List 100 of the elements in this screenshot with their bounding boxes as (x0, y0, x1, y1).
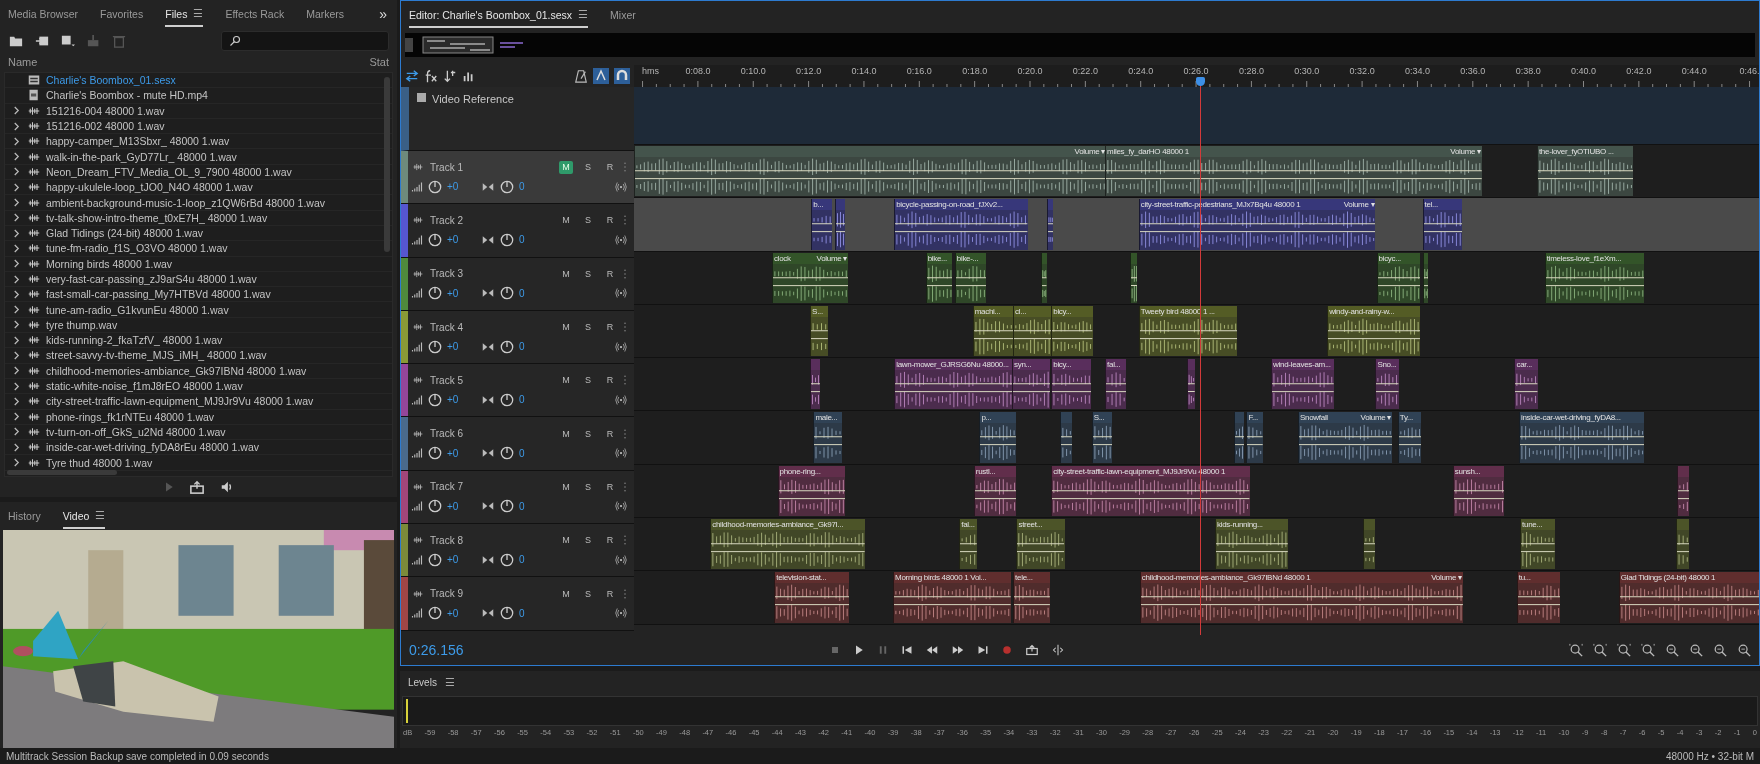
pan-value[interactable]: 0 (519, 554, 535, 566)
pan-value[interactable]: 0 (519, 607, 535, 619)
input-icon[interactable] (614, 287, 628, 300)
audio-clip[interactable]: timeless-love_f1eXm... (1544, 252, 1645, 303)
pan-value[interactable]: 0 (519, 181, 535, 193)
track-toggle[interactable]: S (581, 587, 595, 600)
scrollbar[interactable] (384, 77, 390, 252)
file-row[interactable]: street-savvy-tv-theme_MJS_iMH_ 48000 1.wav (5, 348, 392, 364)
menu-icon[interactable]: ☰ (193, 7, 204, 20)
zoom-icon[interactable] (1665, 643, 1679, 657)
zoom-icon[interactable] (1569, 643, 1583, 657)
audio-clip[interactable]: clock Volume ▾ (771, 252, 849, 303)
volume-knob[interactable] (428, 552, 442, 567)
audio-clip[interactable]: lawn-mower_GJRSG6Nu 48000... (894, 359, 1013, 410)
pan-knob[interactable] (500, 286, 514, 301)
audio-clip[interactable]: tu... (1516, 572, 1561, 623)
zoom-icon[interactable] (1593, 643, 1607, 657)
panel-tab[interactable]: Media Browser (8, 1, 79, 27)
input-icon[interactable] (614, 500, 628, 513)
audio-clip[interactable]: car... (1514, 359, 1538, 410)
audio-clip[interactable] (1422, 252, 1428, 303)
track-toggle[interactable]: S (581, 320, 595, 334)
pan-knob[interactable] (500, 606, 514, 620)
zoom-icon[interactable] (1737, 643, 1751, 657)
audio-clip[interactable] (1677, 465, 1690, 517)
audio-clip[interactable]: bike... (925, 252, 953, 303)
switch-icon[interactable] (405, 69, 419, 83)
volume-knob[interactable] (428, 286, 442, 301)
audio-clip[interactable]: S... (1091, 412, 1112, 463)
pause-icon[interactable] (877, 644, 889, 656)
volume-knob[interactable] (428, 392, 442, 407)
audio-clip[interactable]: bike-... (954, 252, 987, 303)
fast-forward-icon[interactable] (951, 644, 965, 656)
audio-clip[interactable]: street... (1016, 519, 1065, 570)
play-icon[interactable] (853, 644, 865, 656)
menu-icon[interactable]: ☰ (95, 509, 106, 522)
input-icon[interactable] (614, 340, 628, 353)
track-toggle[interactable]: S (581, 373, 595, 387)
track-header[interactable]: Track 8 M S R +0 0 (401, 524, 634, 578)
pan-value[interactable]: 0 (519, 287, 535, 299)
file-row[interactable]: static-white-noise_f1mJ8rEO 48000 1.wav (5, 378, 392, 395)
track-toggle[interactable]: M (559, 427, 573, 441)
track-header[interactable]: Track 2 M S R +0 0 (401, 204, 634, 258)
export-icon[interactable] (188, 480, 205, 494)
file-row[interactable]: kids-running-2_fkaTzfV_ 48000 1.wav (5, 333, 392, 349)
pan-knob[interactable] (500, 499, 514, 514)
audio-clip[interactable]: fal... (1105, 359, 1127, 410)
audio-clip[interactable] (1129, 252, 1138, 303)
audio-clip[interactable]: sunsh... (1452, 465, 1505, 517)
stop-icon[interactable] (829, 644, 841, 656)
track-toggle[interactable]: S (581, 533, 595, 547)
audio-clip[interactable]: windy-and-rainy-w... (1327, 305, 1421, 357)
track-header[interactable]: Track 6 M S R +0 0 (401, 417, 634, 471)
volume-value[interactable]: +0 (447, 500, 463, 512)
audio-clip[interactable]: cl... (1013, 305, 1052, 357)
import-icon[interactable] (34, 34, 50, 48)
track-toggle[interactable]: M (559, 587, 573, 600)
track-toggle[interactable]: S (581, 160, 595, 174)
pan-knob[interactable] (500, 392, 514, 407)
track-toggle[interactable]: S (581, 267, 595, 281)
panel-tab[interactable]: Effects Rack (225, 1, 285, 27)
track-header[interactable]: Track 7 M S R +0 0 (401, 470, 634, 525)
track-lane[interactable]: lawn-mower_GJRSG6Nu 48000... syn... bicy... fal... wind-leaves-am... Sno... car... (634, 358, 1759, 412)
pan-value[interactable]: 0 (519, 341, 535, 353)
audio-clip[interactable]: tune... (1520, 519, 1555, 570)
skip-icon[interactable] (1051, 644, 1065, 656)
track-toggle[interactable]: R (603, 480, 617, 494)
volume-value[interactable]: +0 (447, 341, 463, 353)
audio-clip[interactable] (834, 199, 845, 250)
file-row[interactable]: very-fast-car-passing_zJ9arS4u 48000 1.wav (5, 271, 392, 288)
track-toggle[interactable]: M (559, 320, 573, 334)
audio-clip[interactable]: rustl... (973, 465, 1017, 517)
track-lane[interactable]: male... p... S... F... Snowfall Volume ▾ Ty... inside-car-wet-driving_fyDA8... (634, 411, 1759, 465)
volume-knob[interactable] (428, 499, 442, 514)
volume-knob[interactable] (428, 339, 442, 354)
overflow-button[interactable]: » (377, 6, 389, 22)
volume-value[interactable]: +0 (447, 607, 463, 619)
metronome-icon[interactable] (574, 69, 588, 83)
track-toggle[interactable]: R (603, 267, 617, 281)
volume-value[interactable]: +0 (447, 447, 463, 459)
volume-menu[interactable]: Volume ▾ (1450, 146, 1481, 157)
search-field[interactable] (221, 31, 389, 51)
volume-knob[interactable] (428, 232, 442, 247)
input-icon[interactable] (614, 180, 628, 193)
track-header[interactable]: Track 9 M S R +0 0 (401, 577, 634, 631)
pan-knob[interactable] (500, 339, 514, 354)
fx-icon[interactable] (424, 69, 438, 83)
track-toggle[interactable]: R (603, 160, 617, 174)
audio-clip[interactable]: b... (811, 199, 833, 250)
zoom-icon[interactable] (1641, 643, 1655, 657)
skip-to-start-icon[interactable] (901, 644, 913, 656)
rewind-icon[interactable] (925, 644, 939, 656)
audio-clip[interactable]: Snowfall Volume ▾ (1298, 412, 1393, 463)
pan-value[interactable]: 0 (519, 394, 535, 406)
track-toggle[interactable]: R (603, 320, 617, 334)
audio-clip[interactable]: Sno... (1375, 359, 1399, 410)
audio-clip[interactable]: Morning birds 48000 1 Vol... (893, 572, 1011, 623)
volume-value[interactable]: +0 (447, 181, 463, 193)
track-toggle[interactable]: R (603, 587, 617, 600)
file-row[interactable]: tune-am-radio_G1kvunEu 48000 1.wav (5, 302, 392, 318)
